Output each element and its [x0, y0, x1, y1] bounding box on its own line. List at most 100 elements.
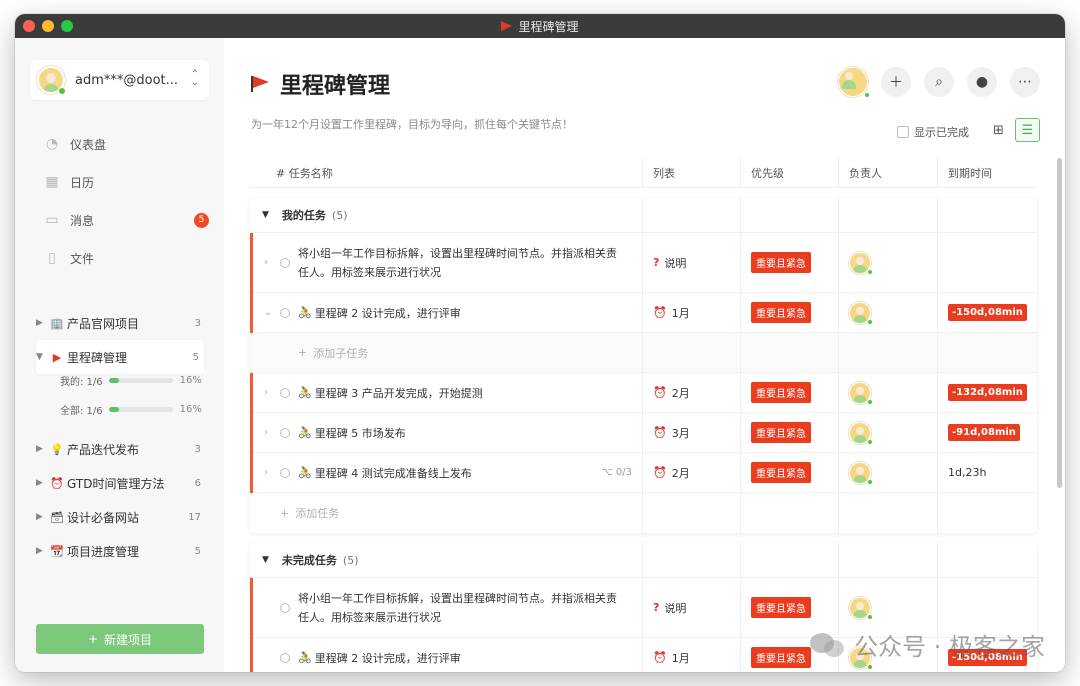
sidebar-item-calendar[interactable]: ▦ 日历: [44, 163, 106, 201]
project-item-active[interactable]: ▼ ▶ 里程碑管理 5: [36, 340, 204, 374]
sidebar-item-messages[interactable]: ▭ 消息 5: [44, 201, 209, 239]
avatar[interactable]: [849, 596, 873, 620]
avatar[interactable]: [849, 301, 873, 325]
project-list: ▶ 🏢 产品官网项目 3 ▼ ▶ 里程碑管理 5 ▶ 💡 产品迭代发布 3 ▶ …: [36, 306, 206, 568]
sidebar-item-files[interactable]: ▯ 文件: [44, 239, 106, 277]
list-view-button[interactable]: ☰: [1015, 118, 1040, 142]
caret-right-icon[interactable]: ▶: [36, 318, 50, 328]
table-row[interactable]: › 🚴 里程碑 4 测试完成准备线上发布 ⌥ 0/3 ⏰ 2月 重要且紧急 1d,…: [250, 453, 1037, 493]
calendar-page-icon: 📆: [50, 544, 64, 558]
priority-tag[interactable]: 重要且紧急: [751, 597, 811, 618]
add-subtask-row[interactable]: + 添加子任务: [250, 333, 1037, 373]
caret-right-icon[interactable]: ▶: [36, 444, 50, 454]
scrollbar[interactable]: [1057, 158, 1062, 488]
column-header-owner[interactable]: 负责人: [839, 158, 938, 187]
priority-tag[interactable]: 重要且紧急: [751, 462, 811, 483]
task-table: # 任务名称 列表 优先级 负责人 到期时间 ▼ 我的任务 (5) › 将小组一…: [250, 158, 1037, 672]
chevron-right-icon[interactable]: ›: [264, 387, 274, 398]
chat-button[interactable]: ●: [967, 67, 997, 97]
chat-bubble-icon: ●: [975, 74, 989, 90]
complete-checkbox[interactable]: [280, 427, 290, 438]
watermark: 公众号 · 极客之家: [810, 627, 1045, 662]
minimize-window-button[interactable]: [42, 20, 54, 32]
avatar[interactable]: [838, 67, 870, 98]
project-count: 17: [188, 511, 201, 523]
complete-checkbox[interactable]: [280, 387, 290, 398]
complete-checkbox[interactable]: [280, 307, 290, 318]
avatar[interactable]: [849, 461, 873, 485]
maximize-window-button[interactable]: [61, 20, 73, 32]
search-icon: ⌕: [935, 74, 943, 90]
caret-right-icon[interactable]: ▶: [36, 478, 50, 488]
chevron-right-icon[interactable]: ›: [264, 427, 274, 438]
caret-down-icon[interactable]: ▼: [36, 352, 50, 362]
show-done-checkbox[interactable]: [897, 126, 909, 138]
my-progress: 我的: 1/6 16%: [60, 375, 202, 388]
caret-down-icon[interactable]: ▼: [262, 555, 269, 565]
project-item[interactable]: ▶ 🏢 产品官网项目 3: [36, 306, 206, 340]
project-count: 5: [194, 545, 201, 557]
plus-icon: +: [298, 346, 308, 359]
table-row[interactable]: › 🚴 里程碑 3 产品开发完成，开始提测 ⏰ 2月 重要且紧急 -132d,08…: [250, 373, 1037, 413]
complete-checkbox[interactable]: [280, 602, 290, 613]
complete-checkbox[interactable]: [280, 257, 290, 268]
flag-icon: [250, 75, 270, 93]
avatar[interactable]: [849, 381, 873, 405]
column-header-priority[interactable]: 优先级: [741, 158, 839, 187]
dashboard-icon: ◔: [45, 136, 59, 152]
flag-icon: ▶: [52, 350, 62, 364]
new-project-button[interactable]: + 新建项目: [36, 624, 204, 654]
project-item[interactable]: ▶ 📆 项目进度管理 5: [36, 534, 206, 568]
project-item[interactable]: ▶ ⏰ GTD时间管理方法 6: [36, 466, 206, 500]
close-window-button[interactable]: [23, 20, 35, 32]
priority-tag[interactable]: 重要且紧急: [751, 382, 811, 403]
subtask-icon: ⌥: [601, 467, 616, 478]
more-icon: ⋯: [1018, 74, 1032, 90]
caret-right-icon[interactable]: ▶: [36, 546, 50, 556]
complete-checkbox[interactable]: [280, 467, 290, 478]
progress-bar: [108, 378, 173, 383]
sidebar-item-dashboard[interactable]: ◔ 仪表盘: [44, 125, 106, 163]
chevron-down-icon[interactable]: ⌄: [264, 307, 274, 318]
priority-tag[interactable]: 重要且紧急: [751, 647, 811, 668]
alarm-clock-icon: ⏰: [653, 306, 667, 319]
chevron-right-icon[interactable]: ›: [264, 257, 274, 268]
complete-checkbox[interactable]: [280, 652, 290, 663]
all-progress: 全部: 1/6 16%: [60, 404, 202, 417]
table-row[interactable]: ⌄ 🚴 里程碑 2 设计完成，进行评审 ⏰ 1月 重要且紧急 -150d,08mi…: [250, 293, 1037, 333]
unread-badge: 5: [194, 212, 209, 228]
building-icon: 🏢: [50, 316, 64, 330]
column-header-list[interactable]: 列表: [643, 158, 741, 187]
priority-tag[interactable]: 重要且紧急: [751, 302, 811, 323]
more-button[interactable]: ⋯: [1010, 67, 1040, 97]
project-item[interactable]: ▶ 💡 产品迭代发布 3: [36, 432, 206, 466]
question-icon: ?: [653, 601, 660, 614]
show-done-toggle[interactable]: 显示已完成: [897, 124, 969, 140]
priority-tag[interactable]: 重要且紧急: [751, 252, 811, 273]
avatar[interactable]: [849, 421, 873, 445]
window-controls: [23, 20, 73, 32]
chevron-right-icon[interactable]: ›: [264, 467, 274, 478]
bulb-icon: 💡: [50, 442, 64, 456]
subtask-count: ⌥ 0/3: [601, 467, 632, 478]
add-task-row[interactable]: + 添加任务: [250, 493, 1037, 533]
column-header-due[interactable]: 到期时间: [938, 158, 1037, 187]
account-switcher[interactable]: adm***@doot... ⌃ ⌄: [30, 60, 209, 100]
group-header[interactable]: ▼ 我的任务 (5): [250, 198, 1037, 233]
plus-icon: +: [280, 506, 290, 520]
bike-icon: 🚴: [298, 386, 312, 399]
project-item[interactable]: ▶ 🗃 设计必备网站 17: [36, 500, 206, 534]
table-row[interactable]: › 将小组一年工作目标拆解，设置出里程碑时间节点。并指派相关责任人。用标签来展示…: [250, 233, 1037, 293]
app-window: 里程碑管理 adm***@doot... ⌃ ⌄ ◔ 仪表盘 ▦ 日历 ▭ 消息…: [15, 14, 1065, 672]
priority-tag[interactable]: 重要且紧急: [751, 422, 811, 443]
add-button[interactable]: ＋: [881, 67, 911, 97]
table-row[interactable]: › 🚴 里程碑 5 市场发布 ⏰ 3月 重要且紧急 -91d,08min: [250, 413, 1037, 453]
avatar[interactable]: [849, 251, 873, 275]
grid-view-button[interactable]: ⊞: [986, 118, 1011, 142]
column-header-name[interactable]: # 任务名称: [250, 158, 643, 187]
search-button[interactable]: ⌕: [924, 67, 954, 97]
group-header[interactable]: ▼ 未完成任务 (5): [250, 543, 1037, 578]
caret-down-icon[interactable]: ▼: [262, 210, 269, 220]
caret-right-icon[interactable]: ▶: [36, 512, 50, 522]
question-icon: ?: [653, 256, 660, 269]
